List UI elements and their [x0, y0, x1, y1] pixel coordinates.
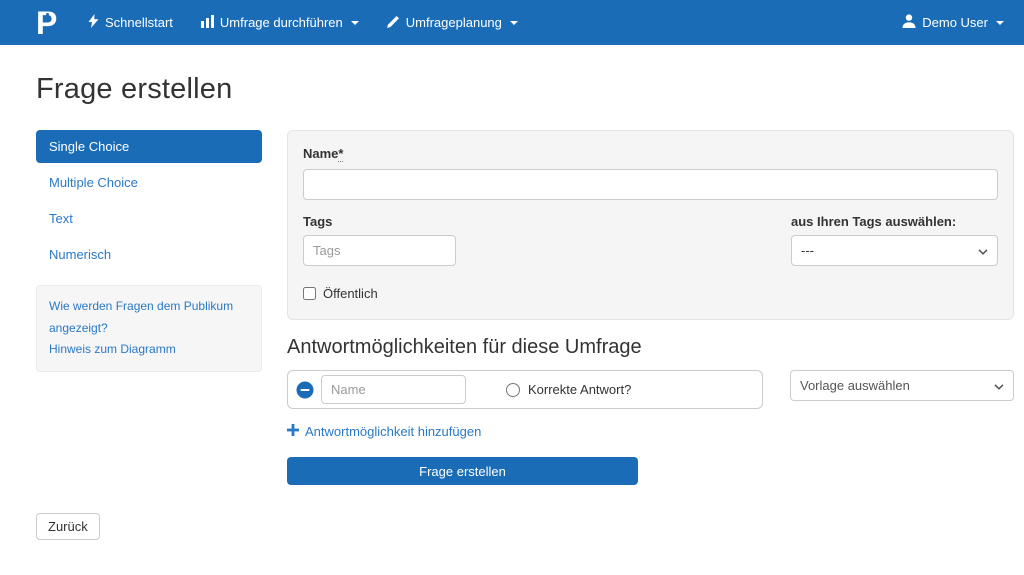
page-content: Frage erstellen Single Choice Multiple C… — [0, 45, 1024, 485]
nav-item-umfrage-durchfuehren[interactable]: Umfrage durchführen — [200, 14, 359, 31]
question-form: Name* Tags aus Ihren Tags auswählen: --- — [287, 130, 1014, 485]
chevron-down-icon — [978, 243, 988, 258]
create-question-button[interactable]: Frage erstellen — [287, 457, 638, 485]
back-button[interactable]: Zurück — [36, 513, 100, 540]
logo-dot — [46, 18, 49, 22]
name-label: Name — [303, 146, 339, 161]
top-navbar: P Schnellstart Umfrage durchführen Umfra… — [0, 0, 1024, 45]
tags-input[interactable] — [303, 235, 456, 266]
nav-item-umfrageplanung[interactable]: Umfrageplanung — [386, 15, 518, 31]
answers-section-title: Antwortmöglichkeiten für diese Umfrage — [287, 336, 642, 358]
add-answer-option-label: Antwortmöglichkeit hinzufügen — [305, 424, 482, 439]
plus-icon — [287, 424, 299, 439]
chevron-down-icon — [994, 378, 1004, 393]
answer-name-input[interactable] — [321, 375, 466, 404]
chevron-down-icon — [509, 20, 518, 25]
correct-answer-label: Korrekte Antwort? — [528, 382, 632, 397]
public-label: Öffentlich — [323, 286, 378, 301]
chevron-down-icon — [996, 20, 1004, 25]
logo-letter: P — [36, 4, 58, 41]
sidebar-item-numerisch[interactable]: Numerisch — [36, 238, 262, 271]
template-select[interactable]: Vorlage auswählen — [790, 370, 1014, 401]
template-select-value: Vorlage auswählen — [800, 378, 910, 393]
tags-select-value: --- — [801, 243, 814, 258]
nav-item-label: Umfrageplanung — [405, 15, 502, 30]
help-link-audience-display[interactable]: Wie werden Fragen dem Publikum angezeigt… — [49, 299, 233, 335]
answer-option-row: Korrekte Antwort? — [287, 370, 763, 409]
nav-item-label: Umfrage durchführen — [219, 15, 343, 30]
app-logo[interactable]: P — [36, 4, 62, 42]
minus-circle-icon[interactable] — [296, 381, 314, 399]
tags-field-group: Tags — [303, 214, 456, 266]
user-menu[interactable]: Demo User — [902, 14, 1004, 31]
tags-label: Tags — [303, 214, 333, 229]
question-type-sidebar: Single Choice Multiple Choice Text Numer… — [36, 130, 262, 372]
sidebar-item-single-choice[interactable]: Single Choice — [36, 130, 262, 163]
chevron-down-icon — [350, 20, 359, 25]
lightning-icon — [88, 14, 99, 31]
add-answer-option-link[interactable]: Antwortmöglichkeit hinzufügen — [287, 424, 1014, 439]
bar-chart-icon — [200, 14, 214, 31]
help-box: Wie werden Fragen dem Publikum angezeigt… — [36, 285, 262, 372]
tags-select-label: aus Ihren Tags auswählen: — [791, 214, 957, 229]
pencil-icon — [386, 15, 400, 31]
nav-item-label: Schnellstart — [105, 15, 173, 30]
tags-select-group: aus Ihren Tags auswählen: --- — [791, 214, 998, 266]
question-name-input[interactable] — [303, 169, 998, 200]
correct-answer-radio[interactable] — [506, 382, 520, 397]
nav-item-schnellstart[interactable]: Schnellstart — [88, 14, 173, 31]
sidebar-item-multiple-choice[interactable]: Multiple Choice — [36, 166, 262, 199]
logo-dot — [46, 12, 49, 16]
question-details-panel: Name* Tags aus Ihren Tags auswählen: --- — [287, 130, 1014, 320]
help-link-diagram-hint[interactable]: Hinweis zum Diagramm — [49, 342, 176, 356]
user-name: Demo User — [922, 15, 988, 30]
required-marker: * — [338, 146, 344, 162]
public-checkbox[interactable] — [303, 287, 316, 300]
page-title: Frage erstellen — [36, 73, 233, 105]
user-icon — [902, 14, 916, 31]
tags-select[interactable]: --- — [791, 235, 998, 266]
sidebar-item-text[interactable]: Text — [36, 202, 262, 235]
